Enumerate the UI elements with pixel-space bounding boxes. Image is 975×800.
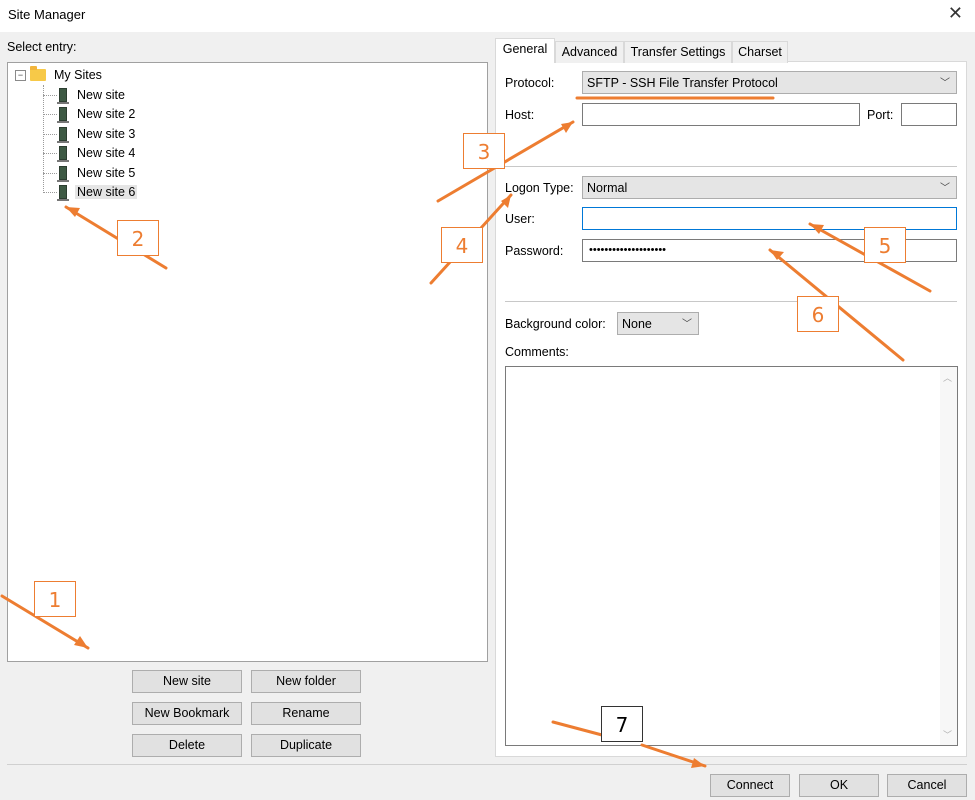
logon-type-label: Logon Type: (505, 181, 574, 195)
tab-general[interactable]: General (495, 38, 555, 63)
tree-item-label: New site 6 (75, 185, 138, 199)
tree-item-site[interactable]: New site 3 (43, 124, 137, 144)
annotation-label-5: 5 (864, 227, 906, 263)
collapse-icon[interactable]: − (15, 69, 26, 81)
server-icon (57, 127, 69, 143)
chevron-down-icon: ﹀ (940, 183, 950, 194)
protocol-value: SFTP - SSH File Transfer Protocol (587, 76, 778, 90)
delete-button[interactable]: Delete (132, 734, 242, 757)
window-title: Site Manager (8, 7, 86, 22)
separator (505, 301, 957, 302)
chevron-down-icon: ﹀ (682, 319, 692, 330)
tree-item-site[interactable]: New site (43, 85, 127, 105)
scroll-down-icon[interactable]: ﹀ (943, 728, 952, 741)
tree-item-label: New site 4 (77, 146, 136, 160)
tree-item-label: New site 5 (77, 166, 136, 180)
server-icon (57, 107, 69, 123)
background-color-label: Background color: (505, 317, 606, 331)
port-label: Port: (867, 108, 894, 122)
close-icon[interactable]: ✕ (948, 3, 963, 24)
tree-item-my-sites[interactable]: − My Sites (15, 65, 104, 85)
host-label: Host: (505, 108, 535, 122)
scrollbar[interactable]: ︿ ﹀ (940, 367, 957, 745)
annotation-label-7: 7 (601, 706, 643, 742)
tree-item-site[interactable]: New site 4 (43, 143, 137, 163)
server-icon (57, 185, 69, 201)
tab-charset[interactable]: Charset (732, 41, 788, 63)
new-bookmark-button[interactable]: New Bookmark (132, 702, 242, 725)
tab-transfer-settings[interactable]: Transfer Settings (624, 41, 732, 63)
tree-item-site-selected[interactable]: New site 6 (43, 182, 138, 202)
comments-label: Comments: (505, 345, 569, 359)
tree-item-site[interactable]: New site 2 (43, 104, 137, 124)
server-icon (57, 146, 69, 162)
annotation-label-3: 3 (463, 133, 505, 169)
site-tree[interactable]: − My Sites New site New site 2 New site … (7, 62, 488, 662)
folder-icon (30, 66, 46, 81)
title-bar (0, 0, 975, 32)
annotation-label-1: 1 (34, 581, 76, 617)
chevron-down-icon: ﹀ (940, 78, 950, 89)
new-folder-button[interactable]: New folder (251, 670, 361, 693)
tab-advanced[interactable]: Advanced (555, 41, 624, 63)
protocol-label: Protocol: (505, 76, 555, 90)
select-entry-label: Select entry: (7, 40, 77, 54)
comments-textarea[interactable]: ︿ ﹀ (505, 366, 958, 746)
background-color-select[interactable]: None ﹀ (617, 312, 699, 335)
duplicate-button[interactable]: Duplicate (251, 734, 361, 757)
password-label: Password: (505, 244, 564, 258)
server-icon (57, 166, 69, 182)
protocol-select[interactable]: SFTP - SSH File Transfer Protocol ﹀ (582, 71, 957, 94)
tree-item-label: New site (77, 88, 125, 102)
scroll-up-icon[interactable]: ︿ (943, 371, 952, 384)
user-label: User: (505, 212, 535, 226)
ok-button[interactable]: OK (799, 774, 879, 797)
connect-button[interactable]: Connect (710, 774, 790, 797)
annotation-label-2: 2 (117, 220, 159, 256)
annotation-label-6: 6 (797, 296, 839, 332)
background-color-value: None (622, 317, 652, 331)
tree-item-label: My Sites (54, 68, 102, 82)
logon-type-select[interactable]: Normal ﹀ (582, 176, 957, 199)
new-site-button[interactable]: New site (132, 670, 242, 693)
tree-item-site[interactable]: New site 5 (43, 163, 137, 183)
cancel-button[interactable]: Cancel (887, 774, 967, 797)
rename-button[interactable]: Rename (251, 702, 361, 725)
footer-separator (7, 764, 967, 765)
logon-type-value: Normal (587, 181, 628, 195)
port-input[interactable] (901, 103, 957, 126)
password-value: •••••••••••••••••••• (589, 244, 667, 256)
annotation-label-4: 4 (441, 227, 483, 263)
tree-item-label: New site 2 (77, 107, 136, 121)
tree-item-label: New site 3 (77, 127, 136, 141)
host-input[interactable] (582, 103, 860, 126)
server-icon (57, 88, 69, 104)
separator (505, 166, 957, 167)
